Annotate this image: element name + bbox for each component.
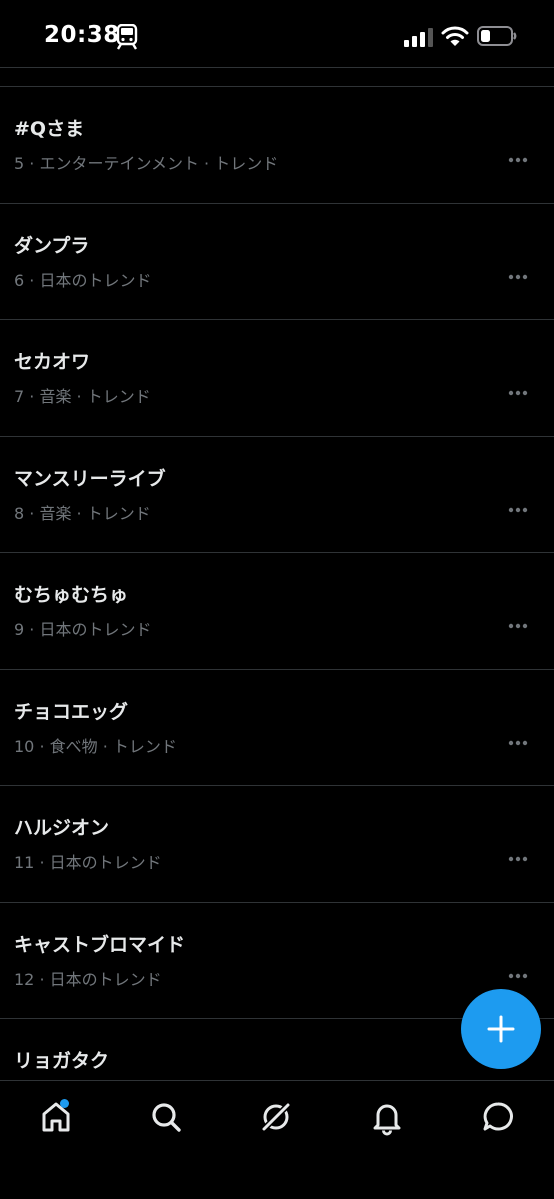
train-icon xyxy=(116,24,138,50)
trend-title: セカオワ xyxy=(14,351,91,373)
trend-item-partial[interactable] xyxy=(0,68,554,86)
trend-list: #Qさま 5 · エンターテインメント · トレンド ダンプラ 6 · 日本のト… xyxy=(0,68,554,1080)
trend-item[interactable]: #Qさま 5 · エンターテインメント · トレンド xyxy=(0,86,554,202)
notification-dot xyxy=(60,1099,69,1108)
trend-meta: 5 · エンターテインメント · トレンド xyxy=(14,154,279,173)
search-icon xyxy=(152,1103,181,1132)
tab-home[interactable] xyxy=(36,1097,76,1137)
bell-icon xyxy=(373,1104,401,1136)
trend-title: むちゅむちゅ xyxy=(14,584,129,606)
more-options-icon[interactable] xyxy=(508,155,528,165)
trend-title: チョコエッグ xyxy=(14,701,129,723)
trend-title: #Qさま xyxy=(14,118,85,140)
trend-item[interactable]: チョコエッグ 10 · 食べ物 · トレンド xyxy=(0,669,554,785)
trend-meta: 8 · 音楽 · トレンド xyxy=(14,504,151,523)
more-options-icon[interactable] xyxy=(508,505,528,515)
trend-title: キャストブロマイド xyxy=(14,934,186,956)
tab-grok[interactable] xyxy=(256,1097,296,1137)
trend-item[interactable]: ダンプラ 6 · 日本のトレンド xyxy=(0,203,554,319)
trend-item[interactable]: むちゅむちゅ 9 · 日本のトレンド xyxy=(0,552,554,668)
more-options-icon[interactable] xyxy=(508,621,528,631)
tab-search[interactable] xyxy=(146,1097,186,1137)
trend-title: ハルジオン xyxy=(14,817,110,839)
more-options-icon[interactable] xyxy=(508,738,528,748)
trend-meta: 9 · 日本のトレンド xyxy=(14,620,152,639)
battery-icon xyxy=(477,26,517,46)
more-options-icon[interactable] xyxy=(508,388,528,398)
trend-meta: 11 · 日本のトレンド xyxy=(14,853,162,872)
tab-notifications[interactable] xyxy=(367,1097,407,1137)
trend-meta: 7 · 音楽 · トレンド xyxy=(14,387,151,406)
status-bar: 20:38 xyxy=(0,0,554,68)
tab-messages[interactable] xyxy=(478,1097,518,1137)
more-options-icon[interactable] xyxy=(508,971,528,981)
trend-title: ダンプラ xyxy=(14,235,90,257)
compose-post-button[interactable] xyxy=(461,989,541,1069)
grok-icon xyxy=(260,1101,292,1133)
trend-item[interactable]: セカオワ 7 · 音楽 · トレンド xyxy=(0,319,554,435)
messages-icon xyxy=(483,1102,513,1131)
more-options-icon[interactable] xyxy=(508,854,528,864)
trend-title: マンスリーライブ xyxy=(14,468,166,490)
cellular-signal-icon xyxy=(404,28,433,47)
trend-meta: 12 · 日本のトレンド xyxy=(14,970,162,989)
plus-icon xyxy=(487,1015,515,1043)
wifi-icon xyxy=(441,26,469,46)
trend-item[interactable]: マンスリーライブ 8 · 音楽 · トレンド xyxy=(0,436,554,552)
more-options-icon[interactable] xyxy=(508,272,528,282)
trend-meta: 10 · 食べ物 · トレンド xyxy=(14,737,177,756)
home-icon xyxy=(42,1102,70,1132)
status-time: 20:38 xyxy=(44,22,120,48)
trend-title: リョガタク xyxy=(14,1050,110,1072)
bottom-tab-bar xyxy=(0,1080,554,1199)
trend-meta: 6 · 日本のトレンド xyxy=(14,271,152,290)
trend-item[interactable]: ハルジオン 11 · 日本のトレンド xyxy=(0,785,554,901)
